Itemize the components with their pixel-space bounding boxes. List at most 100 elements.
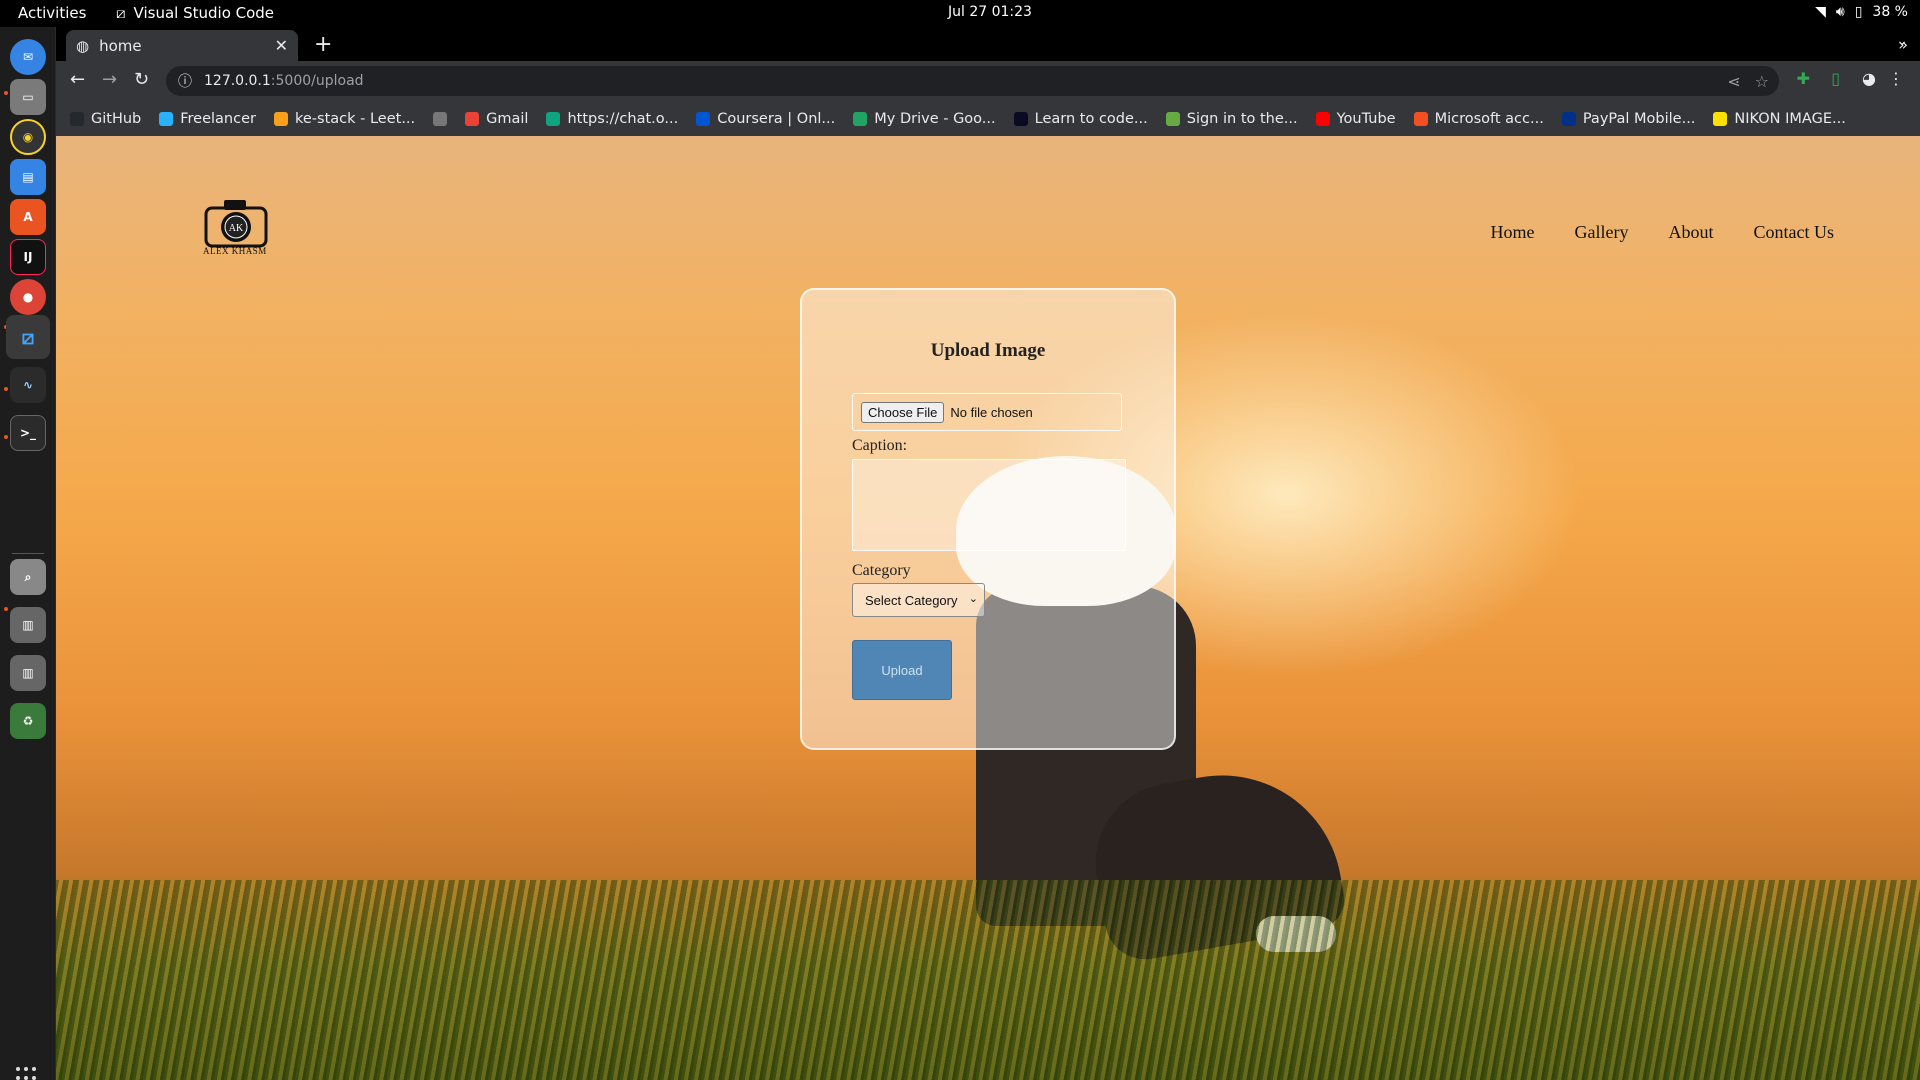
bookmark-item[interactable] xyxy=(433,111,448,126)
extensions-icon[interactable]: ✚ xyxy=(1797,69,1810,88)
vscode-icon: ⧄ xyxy=(116,4,126,22)
info-icon: ⓘ xyxy=(178,74,192,90)
bookmark-item[interactable]: My Drive - Goo... xyxy=(853,110,996,127)
site-nav: Home Gallery About Contact Us xyxy=(1491,222,1834,243)
bookmark-item[interactable]: Sign in to the... xyxy=(1165,111,1298,127)
reload-icon[interactable]: ↻ xyxy=(134,69,149,90)
bookmark-item[interactable]: Freelancer xyxy=(159,111,256,127)
disk-icon[interactable]: ▥ xyxy=(10,655,46,691)
freecodecamp-icon xyxy=(1013,111,1028,126)
avatar[interactable]: ◕ xyxy=(1862,69,1876,88)
disk-icon[interactable]: ▥ xyxy=(10,607,46,643)
more-bookmarks-icon[interactable]: » xyxy=(1898,35,1908,54)
nav-contact-us[interactable]: Contact Us xyxy=(1754,222,1835,243)
running-indicator xyxy=(4,607,8,611)
running-indicator xyxy=(4,435,8,439)
coursera-icon xyxy=(696,111,711,126)
tab-home[interactable]: ◍ home ✕ xyxy=(66,30,298,61)
menu-icon[interactable]: ⋮ xyxy=(1888,69,1904,88)
new-tab-button[interactable]: + xyxy=(314,32,332,57)
bookmark-item[interactable]: Coursera | Onl... xyxy=(696,111,835,127)
caption-label: Caption: xyxy=(852,437,908,454)
dock-separator xyxy=(12,553,44,554)
upload-form-card: Upload Image Choose File No file chosen … xyxy=(800,288,1176,750)
clock[interactable]: Jul 27 01:23 xyxy=(948,4,1032,20)
globe-icon: ◍ xyxy=(76,36,90,55)
thunderbird-icon[interactable]: ✉ xyxy=(10,39,46,75)
bookmark-item[interactable]: ke-stack - Leet... xyxy=(273,111,415,127)
terminal-icon[interactable]: >_ xyxy=(10,415,46,451)
leetcode-icon xyxy=(273,111,288,126)
active-app-indicator[interactable]: ⧄ Visual Studio Code xyxy=(116,4,274,22)
nav-gallery[interactable]: Gallery xyxy=(1575,222,1629,243)
active-app-name: Visual Studio Code xyxy=(133,4,275,22)
software-center-icon[interactable]: A xyxy=(10,199,46,235)
image-viewer-icon[interactable]: ⌕ xyxy=(10,559,46,595)
share-icon[interactable]: ⋖ xyxy=(1727,72,1740,91)
category-select[interactable]: Select Category ⌄ xyxy=(852,583,985,617)
sidepanel-icon[interactable]: ▯ xyxy=(1831,69,1840,88)
drive-icon xyxy=(853,111,868,126)
volume-icon: 🔊︎ xyxy=(1835,4,1845,20)
file-input[interactable]: Choose File No file chosen xyxy=(852,393,1122,431)
background-grass xyxy=(56,880,1920,1080)
bookmark-label: https://chat.o... xyxy=(567,110,679,127)
category-selected-value: Select Category xyxy=(865,592,958,608)
system-tray[interactable]: ◥ 🔊︎ ▯ 38 % xyxy=(1815,4,1908,20)
camera-logo-icon[interactable]: AK xyxy=(200,194,274,254)
upload-button[interactable]: Upload xyxy=(852,640,952,700)
writer-icon[interactable]: ▤ xyxy=(10,159,46,195)
bookmark-label: Gmail xyxy=(486,110,529,127)
caption-textarea[interactable] xyxy=(852,459,1126,551)
chatgpt-icon xyxy=(546,111,561,126)
bookmark-label: Microsoft acc... xyxy=(1434,110,1544,127)
bookmark-item[interactable]: NIKON IMAGE... xyxy=(1713,111,1846,127)
choose-file-button[interactable]: Choose File xyxy=(861,401,945,423)
running-indicator xyxy=(4,91,8,95)
bookmark-item[interactable]: GitHub xyxy=(70,111,141,127)
show-applications-icon[interactable] xyxy=(16,1067,40,1080)
bookmark-label: GitHub xyxy=(91,110,142,127)
back-icon[interactable]: ← xyxy=(70,69,85,90)
browser-window: ◍ home ✕ + ⌄ ← → ↻ ⓘ 127.0.0.1:5000/uplo… xyxy=(56,27,1920,136)
bookmark-item[interactable]: YouTube xyxy=(1315,111,1396,127)
bookmark-item[interactable]: PayPal Mobile... xyxy=(1561,111,1695,127)
gmail-icon xyxy=(465,111,480,126)
files-icon[interactable]: ▭ xyxy=(10,79,46,115)
bookmark-star-icon[interactable]: ☆ xyxy=(1755,72,1769,91)
system-monitor-icon[interactable]: ∿ xyxy=(10,367,46,403)
browser-toolbar: ← → ↻ ⓘ 127.0.0.1:5000/upload ⋖ ☆ ✚ ▯ ◕ … xyxy=(56,61,1920,101)
battery-icon: ▯ xyxy=(1854,4,1863,20)
trash-icon[interactable]: ♻ xyxy=(10,703,46,739)
paypal-icon xyxy=(1561,111,1576,126)
rhythmbox-icon[interactable]: ◉ xyxy=(10,119,46,155)
bookmarks-bar: GitHub Freelancer ke-stack - Leet... Gmail h… xyxy=(56,101,1920,136)
running-indicator xyxy=(4,387,8,391)
chrome-icon[interactable]: ● xyxy=(10,279,46,315)
logo-initials: AK xyxy=(229,223,244,234)
activities-button[interactable]: Activities xyxy=(18,4,86,22)
forward-icon[interactable]: → xyxy=(102,69,117,90)
freelancer-icon xyxy=(159,111,174,126)
intellij-icon[interactable]: IJ xyxy=(10,239,46,275)
logo-text: ALEX KHASM xyxy=(203,246,267,256)
form-title: Upload Image xyxy=(930,340,1046,361)
bookmark-item[interactable]: Gmail xyxy=(465,111,528,127)
address-bar[interactable]: ⓘ 127.0.0.1:5000/upload ⋖ ☆ xyxy=(166,66,1779,96)
bookmark-item[interactable]: https://chat.o... xyxy=(546,111,678,127)
battery-percent: 38 % xyxy=(1872,4,1908,20)
microsoft-icon xyxy=(1413,111,1428,126)
category-label: Category xyxy=(852,562,911,579)
bookmark-item[interactable]: Microsoft acc... xyxy=(1413,110,1544,127)
bookmark-label: My Drive - Goo... xyxy=(874,110,996,127)
chevron-down-icon: ⌄ xyxy=(968,593,978,605)
wifi-icon: ◥ xyxy=(1815,4,1826,20)
bookmark-item[interactable]: Learn to code... xyxy=(1013,111,1148,127)
close-icon[interactable]: ✕ xyxy=(275,36,288,55)
dock: ✉ ▭ ◉ ▤ A IJ ● ⧄ ∿ >_ ⌕ ▥ ▥ ♻ xyxy=(0,27,56,1080)
nav-about[interactable]: About xyxy=(1669,222,1714,243)
tab-title: home xyxy=(99,36,142,55)
file-status: No file chosen xyxy=(950,404,1033,420)
nav-home[interactable]: Home xyxy=(1491,222,1535,243)
vscode-dock-icon[interactable]: ⧄ xyxy=(6,315,50,359)
